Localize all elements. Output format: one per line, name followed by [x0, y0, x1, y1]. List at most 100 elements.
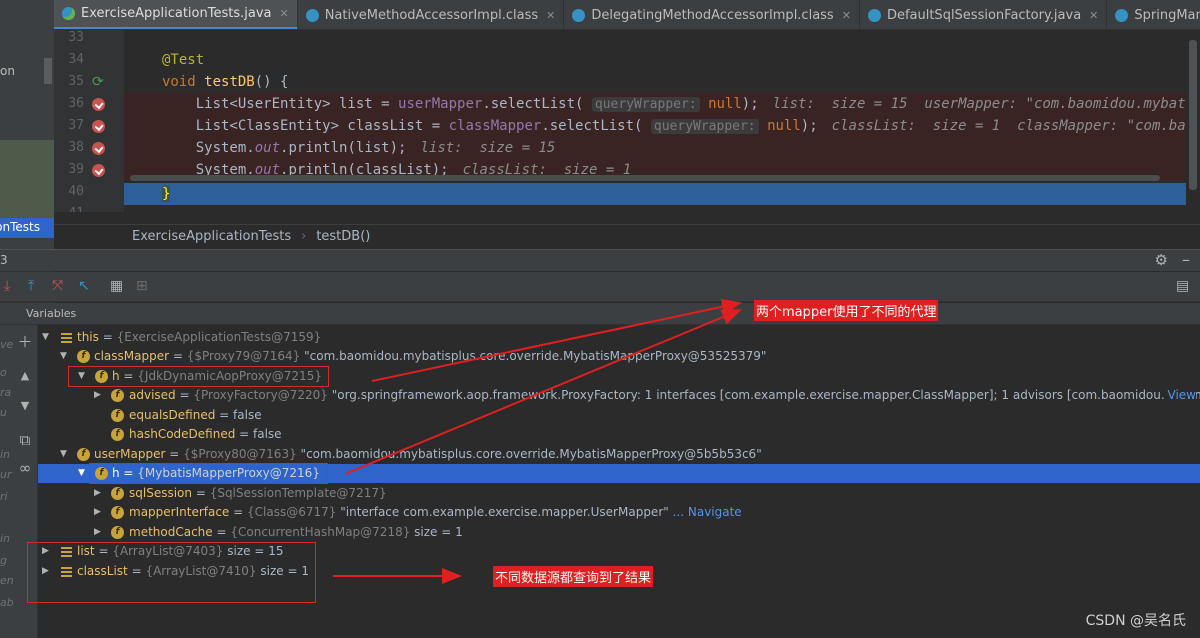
close-icon[interactable]: ✕ — [546, 9, 555, 22]
breakpoint-icon[interactable] — [92, 98, 105, 111]
trace-icon[interactable]: ⊞ — [136, 278, 148, 294]
expand-arrow-icon[interactable]: ▼ — [60, 445, 70, 464]
view-link[interactable]: View — [1163, 386, 1196, 405]
move-up-icon[interactable]: ▲ — [16, 369, 34, 382]
class-icon — [867, 8, 881, 22]
variables-title: Variables — [26, 307, 77, 320]
tab-delegating-method-accessor[interactable]: DelegatingMethodAccessorImpl.class ✕ — [564, 0, 860, 29]
frames-fragment: in — [0, 532, 11, 545]
tree-row-equals-defined[interactable]: f equalsDefined = false — [38, 406, 1200, 425]
scroll-thumb[interactable] — [1189, 40, 1197, 190]
project-scrollbar[interactable] — [44, 58, 52, 84]
expand-arrow-icon[interactable]: ▼ — [42, 328, 52, 347]
debug-tab-fragment[interactable]: 3 — [0, 253, 8, 267]
variable-value: "com.baomidou.mybatisplus.core.override.… — [300, 447, 762, 461]
add-watch-icon[interactable]: ＋ — [16, 331, 34, 352]
tab-label: ExerciseApplicationTests.java — [81, 6, 272, 21]
tab-spring-managed-transaction[interactable]: SpringManagedTransactic — [1107, 0, 1200, 29]
expand-arrow-icon[interactable]: ▼ — [60, 347, 70, 366]
frames-fragment: ur — [0, 468, 12, 481]
frames-fragment: in — [0, 448, 11, 461]
tree-row-method-cache[interactable]: ▶ f methodCache = {ConcurrentHashMap@721… — [38, 523, 1200, 542]
line-number: 34 — [68, 52, 84, 67]
editor-horizontal-scrollbar[interactable] — [130, 175, 1160, 181]
field-icon: f — [111, 506, 124, 519]
layout-icon[interactable]: ▤ — [1176, 278, 1189, 294]
evaluate-icon[interactable]: ▦ — [110, 278, 123, 294]
line-number: 37 — [68, 118, 84, 133]
breakpoint-icon[interactable] — [92, 142, 105, 155]
breakpoint-icon[interactable] — [92, 120, 105, 133]
copy-icon[interactable]: ⧉ — [16, 431, 34, 449]
close-icon[interactable]: ✕ — [842, 9, 851, 22]
variable-name: classMapper — [94, 349, 170, 363]
frames-fragment: ri — [0, 490, 8, 503]
debug-toolbar: ⤓ ⤒ ⤧ ↖ ▦ ⊞ ▤ — [0, 272, 1200, 302]
java-test-class-icon — [62, 7, 75, 20]
code-line-35: void testDB() { — [124, 71, 1200, 93]
variable-type: {$Proxy79@7164} — [186, 349, 301, 363]
step-out-icon[interactable]: ⤒ — [28, 278, 34, 294]
variables-header: Variables — [0, 303, 1200, 325]
breadcrumb-class[interactable]: ExerciseApplicationTests — [132, 229, 291, 244]
variable-name: sqlSession — [129, 486, 192, 500]
variable-name: hashCodeDefined — [129, 427, 236, 441]
watches-icon[interactable]: ∞ — [16, 459, 34, 477]
collapse-arrow-icon[interactable]: ▶ — [94, 503, 104, 522]
run-test-icon[interactable]: ⟳ — [92, 75, 105, 89]
field-icon: f — [111, 487, 124, 500]
keyword-null: null — [708, 96, 742, 112]
class-icon — [1115, 8, 1129, 22]
navigate-link[interactable]: ... Navigate — [673, 505, 742, 519]
step-down-icon[interactable]: ⤓ — [4, 278, 10, 294]
editor-vertical-scrollbar[interactable] — [1186, 30, 1200, 212]
parameter-hint: queryWrapper: — [650, 119, 759, 134]
line-number: 40 — [68, 184, 84, 199]
run-config-tab[interactable]: onTests — [0, 218, 54, 238]
closing-brace: } — [162, 186, 171, 202]
debug-tool-window-header: 3 ⚙ – — [0, 249, 1200, 271]
field-icon: f — [111, 409, 124, 422]
tab-default-sql-session-factory[interactable]: DefaultSqlSessionFactory.java ✕ — [860, 0, 1108, 29]
collapse-arrow-icon[interactable]: ▶ — [94, 386, 104, 405]
gear-icon[interactable]: ⚙ — [1155, 251, 1168, 269]
variable-name: methodCache — [129, 525, 213, 539]
tab-native-method-accessor[interactable]: NativeMethodAccessorImpl.class ✕ — [298, 0, 565, 29]
tree-row-hash-code-defined[interactable]: f hashCodeDefined = false — [38, 425, 1200, 444]
variable-name: userMapper — [94, 447, 166, 461]
tree-row-this[interactable]: ▼ this = {ExerciseApplicationTests@7159} — [38, 328, 1200, 347]
project-tree-fragment: on — [0, 64, 15, 78]
tree-row-advised[interactable]: ▶ f advised = {ProxyFactory@7220} "org.s… — [38, 386, 1200, 405]
breakpoint-icon[interactable] — [92, 164, 105, 177]
editor-gutter[interactable]: 33 34 35 36 37 38 39 40 41 ⟳ — [54, 30, 124, 212]
annotation-results-found: 不同数据源都查询到了结果 — [493, 566, 654, 587]
field-reference: classMapper — [448, 118, 542, 134]
collapse-arrow-icon[interactable]: ▶ — [94, 484, 104, 503]
collapse-arrow-icon[interactable]: ▶ — [94, 523, 104, 542]
run-to-cursor-icon[interactable]: ↖ — [78, 278, 90, 294]
keyword-void: void — [162, 74, 196, 90]
tree-row-user-mapper[interactable]: ▼ f userMapper = {$Proxy80@7163} "com.ba… — [38, 445, 1200, 464]
drop-frame-icon[interactable]: ⤧ — [52, 278, 63, 294]
move-down-icon[interactable]: ▼ — [16, 399, 34, 412]
code-line-36: List<UserEntity> list = userMapper.selec… — [124, 93, 1200, 115]
breadcrumb-method[interactable]: testDB() — [316, 229, 370, 244]
tree-row-sql-session[interactable]: ▶ f sqlSession = {SqlSessionTemplate@721… — [38, 484, 1200, 503]
frames-fragment: ab — [0, 596, 14, 609]
tree-row-mapper-interface[interactable]: ▶ f mapperInterface = {Class@6717} "inte… — [38, 503, 1200, 522]
minimize-icon[interactable]: – — [1182, 250, 1190, 269]
close-icon[interactable]: ✕ — [1089, 9, 1098, 22]
close-icon[interactable]: ✕ — [279, 7, 288, 20]
code-text: ); — [800, 118, 818, 134]
field-icon: f — [111, 428, 124, 441]
tree-row-class-mapper[interactable]: ▼ f classMapper = {$Proxy79@7164} "com.b… — [38, 347, 1200, 366]
static-variable-icon — [60, 331, 73, 344]
code-text: List<ClassEntity> classList = — [195, 118, 449, 134]
line-number: 39 — [68, 162, 84, 177]
parameter-hint: queryWrapper: — [591, 97, 700, 112]
code-editor[interactable]: 33 34 35 36 37 38 39 40 41 ⟳ @Test void … — [54, 30, 1200, 212]
class-icon — [572, 8, 586, 22]
tab-exercise-application-tests[interactable]: ExerciseApplicationTests.java ✕ — [54, 0, 298, 29]
expand-arrow-icon[interactable]: ▼ — [78, 464, 88, 483]
line-number: 41 — [54, 206, 84, 212]
